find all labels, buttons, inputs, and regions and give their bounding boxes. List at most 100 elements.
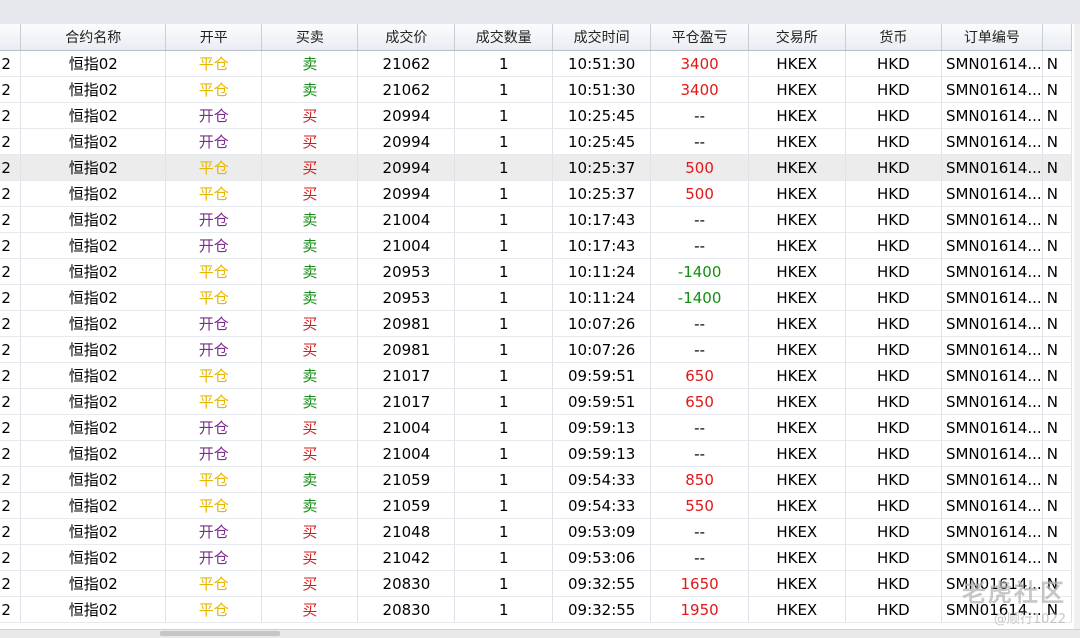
cell-fill-time: 10:51:30 <box>552 76 652 103</box>
cell-exchange: HKEX <box>748 232 846 259</box>
trade-records-table: 合约名称 开平 买卖 成交价 成交数量 成交时间 平仓盈亏 交易所 货币 订单编… <box>0 24 1073 623</box>
table-row[interactable]: 2 恒指02 开仓买 21048 1 09:53:09 -- HKEX HKD SMN01614.… <box>0 518 1073 545</box>
cell-close-pnl: -1400 <box>650 284 749 311</box>
cell-trailing: N <box>1042 518 1073 545</box>
column-header-fill-time[interactable]: 成交时间 <box>552 24 652 51</box>
cell-currency: HKD <box>845 284 942 311</box>
cell-currency: HKD <box>845 258 942 285</box>
cell-lead: 2 <box>0 206 22 233</box>
table-row[interactable]: 2 恒指02 平仓卖 21059 1 09:54:33 850 HKEX HKD SMN01614… <box>0 466 1073 493</box>
cell-close-pnl: 3400 <box>650 50 749 77</box>
cell-open-close: 开仓 <box>165 310 263 337</box>
cell-fill-quantity: 1 <box>454 362 554 389</box>
column-header-open-close[interactable]: 开平 <box>165 24 263 51</box>
cell-fill-price: 21017 <box>357 388 456 415</box>
cell-trailing: N <box>1042 336 1073 363</box>
cell-fill-time: 10:07:26 <box>552 336 652 363</box>
cell-exchange: HKEX <box>748 50 846 77</box>
column-header-currency[interactable]: 货币 <box>845 24 942 51</box>
cell-lead: 2 <box>0 414 22 441</box>
table-row[interactable]: 2 恒指02 平仓卖 21062 1 10:51:30 3400 HKEX HKD SMN0161… <box>0 50 1073 77</box>
table-row[interactable]: 2 恒指02 平仓卖 21059 1 09:54:33 550 HKEX HKD SMN01614… <box>0 492 1073 519</box>
cell-contract-name: 恒指02 <box>20 206 167 233</box>
table-row[interactable]: 2 恒指02 平仓买 20830 1 09:32:55 1650 HKEX HKD SMN0161… <box>0 570 1073 597</box>
cell-buy-sell: 卖 <box>261 258 359 285</box>
cell-open-close: 平仓 <box>165 570 263 597</box>
table-row[interactable]: 2 恒指02 开仓卖 21004 1 10:17:43 -- HKEX HKD SMN01614.… <box>0 232 1073 259</box>
cell-open-close: 平仓 <box>165 180 263 207</box>
cell-order-number: SMN01614... <box>941 232 1043 259</box>
cell-buy-sell: 卖 <box>261 492 359 519</box>
table-row[interactable]: 2 恒指02 开仓买 21042 1 09:53:06 -- HKEX HKD SMN01614.… <box>0 544 1073 571</box>
column-header-buy-sell[interactable]: 买卖 <box>261 24 359 51</box>
cell-currency: HKD <box>845 466 942 493</box>
cell-fill-time: 10:25:45 <box>552 102 652 129</box>
cell-contract-name: 恒指02 <box>20 596 167 623</box>
cell-fill-time: 10:11:24 <box>552 258 652 285</box>
cell-exchange: HKEX <box>748 284 846 311</box>
column-header-close-pnl[interactable]: 平仓盈亏 <box>650 24 749 51</box>
horizontal-scroll-thumb[interactable] <box>160 631 280 636</box>
cell-trailing: N <box>1042 570 1073 597</box>
cell-close-pnl: -- <box>650 336 749 363</box>
vertical-scrollbar[interactable] <box>1074 24 1080 629</box>
cell-trailing: N <box>1042 206 1073 233</box>
column-header-lead[interactable] <box>0 24 22 51</box>
cell-fill-price: 21062 <box>357 76 456 103</box>
cell-lead: 2 <box>0 544 22 571</box>
table-row[interactable]: 2 恒指02 开仓买 21004 1 09:59:13 -- HKEX HKD SMN01614.… <box>0 414 1073 441</box>
table-row[interactable]: 2 恒指02 平仓卖 21017 1 09:59:51 650 HKEX HKD SMN01614… <box>0 362 1073 389</box>
cell-contract-name: 恒指02 <box>20 180 167 207</box>
table-row[interactable]: 2 恒指02 开仓买 21004 1 09:59:13 -- HKEX HKD SMN01614.… <box>0 440 1073 467</box>
table-row[interactable]: 2 恒指02 开仓卖 21004 1 10:17:43 -- HKEX HKD SMN01614.… <box>0 206 1073 233</box>
cell-currency: HKD <box>845 336 942 363</box>
table-row[interactable]: 2 恒指02 开仓买 20981 1 10:07:26 -- HKEX HKD SMN01614.… <box>0 310 1073 337</box>
cell-trailing: N <box>1042 310 1073 337</box>
table-row[interactable]: 2 恒指02 平仓买 20830 1 09:32:55 1950 HKEX HKD SMN0161… <box>0 596 1073 623</box>
cell-currency: HKD <box>845 50 942 77</box>
column-header-contract-name[interactable]: 合约名称 <box>20 24 167 51</box>
cell-fill-quantity: 1 <box>454 206 554 233</box>
cell-close-pnl: 650 <box>650 362 749 389</box>
cell-lead: 2 <box>0 336 22 363</box>
cell-fill-time: 09:59:13 <box>552 414 652 441</box>
cell-trailing: N <box>1042 440 1073 467</box>
table-row[interactable]: 2 恒指02 平仓卖 20953 1 10:11:24 -1400 HKEX HKD SMN016… <box>0 284 1073 311</box>
cell-fill-quantity: 1 <box>454 492 554 519</box>
cell-fill-time: 10:25:45 <box>552 128 652 155</box>
table-row[interactable]: 2 恒指02 开仓买 20981 1 10:07:26 -- HKEX HKD SMN01614.… <box>0 336 1073 363</box>
cell-contract-name: 恒指02 <box>20 232 167 259</box>
cell-currency: HKD <box>845 128 942 155</box>
column-header-fill-price[interactable]: 成交价 <box>357 24 456 51</box>
column-header-fill-quantity[interactable]: 成交数量 <box>454 24 554 51</box>
cell-currency: HKD <box>845 102 942 129</box>
column-header-exchange[interactable]: 交易所 <box>748 24 846 51</box>
cell-fill-quantity: 1 <box>454 128 554 155</box>
cell-open-close: 开仓 <box>165 102 263 129</box>
cell-open-close: 平仓 <box>165 492 263 519</box>
cell-lead: 2 <box>0 596 22 623</box>
column-header-trailing[interactable] <box>1042 24 1073 51</box>
cell-close-pnl: 1650 <box>650 570 749 597</box>
table-row[interactable]: 2 恒指02 开仓买 20994 1 10:25:45 -- HKEX HKD SMN01614.… <box>0 128 1073 155</box>
table-row[interactable]: 2 恒指02 平仓买 20994 1 10:25:37 500 HKEX HKD SMN01614… <box>0 180 1073 207</box>
cell-buy-sell: 买 <box>261 180 359 207</box>
cell-buy-sell: 卖 <box>261 466 359 493</box>
table-row[interactable]: 2 恒指02 平仓卖 20953 1 10:11:24 -1400 HKEX HKD SMN016… <box>0 258 1073 285</box>
table-row[interactable]: 2 恒指02 开仓买 20994 1 10:25:45 -- HKEX HKD SMN01614.… <box>0 102 1073 129</box>
cell-trailing: N <box>1042 544 1073 571</box>
table-row[interactable]: 2 恒指02 平仓卖 21062 1 10:51:30 3400 HKEX HKD SMN0161… <box>0 76 1073 103</box>
cell-fill-quantity: 1 <box>454 258 554 285</box>
cell-buy-sell: 买 <box>261 570 359 597</box>
cell-close-pnl: 850 <box>650 466 749 493</box>
table-row[interactable]: 2 恒指02 平仓卖 21017 1 09:59:51 650 HKEX HKD SMN01614… <box>0 388 1073 415</box>
cell-trailing: N <box>1042 128 1073 155</box>
table-row[interactable]: 2 恒指02 平仓买 20994 1 10:25:37 500 HKEX HKD SMN01614… <box>0 154 1073 181</box>
cell-exchange: HKEX <box>748 414 846 441</box>
cell-fill-quantity: 1 <box>454 466 554 493</box>
cell-order-number: SMN01614... <box>941 128 1043 155</box>
cell-fill-price: 20994 <box>357 180 456 207</box>
column-header-order-number[interactable]: 订单编号 <box>941 24 1043 51</box>
cell-exchange: HKEX <box>748 518 846 545</box>
cell-fill-quantity: 1 <box>454 232 554 259</box>
